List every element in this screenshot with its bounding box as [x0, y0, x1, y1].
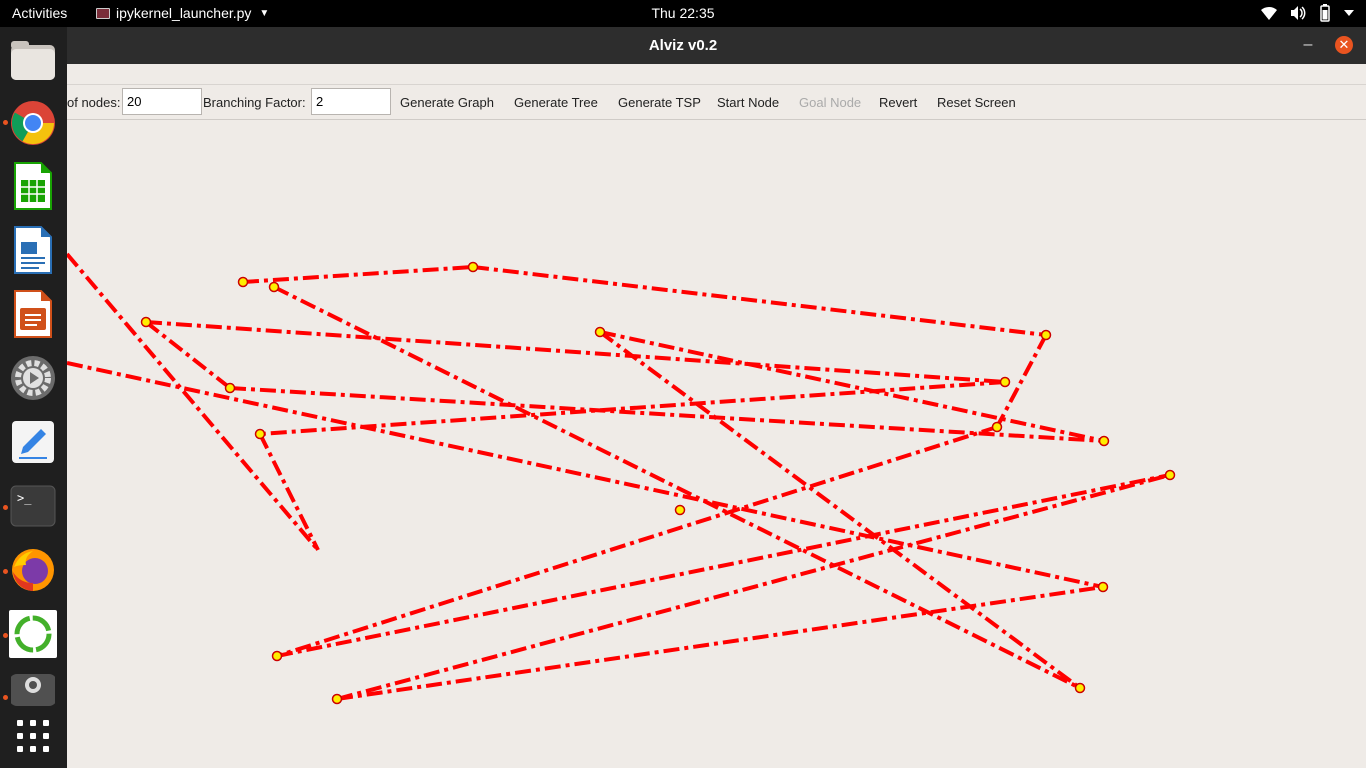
graph-edge	[259, 380, 1006, 436]
chrome-icon[interactable]	[9, 99, 57, 147]
branching-factor-label: Branching Factor:	[203, 95, 306, 110]
graph-edge	[276, 473, 1171, 658]
alviz-window: Alviz v0.2 – ✕ of nodes: Branching Facto…	[67, 27, 1366, 768]
chevron-down-icon: ▼	[259, 7, 270, 19]
graph-edge	[144, 320, 232, 390]
firefox-icon[interactable]	[9, 546, 57, 594]
graph-node[interactable]	[594, 326, 606, 338]
svg-text:>_: >_	[17, 491, 32, 505]
branching-factor-input[interactable]	[311, 88, 391, 115]
graph-node[interactable]	[1097, 581, 1109, 593]
activities-button[interactable]: Activities	[12, 5, 67, 21]
graph-edge	[472, 265, 1047, 337]
window-title: Alviz v0.2	[648, 37, 718, 54]
app-menu-label: ipykernel_launcher.py	[116, 5, 252, 21]
show-applications-icon[interactable]	[9, 712, 57, 760]
close-button[interactable]: ✕	[1335, 36, 1353, 54]
graph-node[interactable]	[271, 650, 283, 662]
libreoffice-impress-icon[interactable]	[9, 290, 57, 338]
text-editor-icon[interactable]	[9, 418, 57, 466]
graph-edge	[145, 320, 1006, 384]
graph-edges	[67, 252, 1171, 701]
graph-edge	[67, 252, 320, 552]
running-indicator	[3, 569, 8, 574]
graph-node[interactable]	[1040, 329, 1052, 341]
running-indicator	[3, 120, 8, 125]
toolbar: of nodes: Branching Factor: Generate Gra…	[67, 85, 1366, 120]
settings-icon[interactable]	[9, 354, 57, 402]
dock: >_	[0, 27, 67, 768]
title-bar[interactable]: Alviz v0.2 – ✕	[67, 27, 1366, 64]
wifi-icon	[1261, 6, 1277, 20]
graph-node[interactable]	[254, 428, 266, 440]
generate-tree-button[interactable]: Generate Tree	[514, 95, 598, 110]
graph-node[interactable]	[140, 316, 152, 328]
graph-edge	[336, 473, 1171, 701]
running-indicator	[3, 695, 8, 700]
generate-tsp-button[interactable]: Generate TSP	[618, 95, 701, 110]
generate-graph-button[interactable]: Generate Graph	[400, 95, 494, 110]
revert-button[interactable]: Revert	[879, 95, 917, 110]
goal-node-button[interactable]: Goal Node	[799, 95, 861, 110]
graph-node[interactable]	[1164, 469, 1176, 481]
graph-edge	[336, 585, 1104, 701]
menu-strip	[67, 64, 1366, 85]
graph-node[interactable]	[331, 693, 343, 705]
minimize-button[interactable]: –	[1298, 35, 1318, 55]
running-indicator	[3, 505, 8, 510]
graph-node[interactable]	[268, 281, 280, 293]
libreoffice-writer-icon[interactable]	[9, 226, 57, 274]
nodes-input[interactable]	[122, 88, 202, 115]
files-icon[interactable]	[9, 37, 57, 85]
app-window-icon	[96, 7, 110, 19]
system-tray[interactable]	[1260, 4, 1354, 22]
reset-screen-button[interactable]: Reset Screen	[937, 95, 1016, 110]
graph-edge	[273, 285, 1081, 690]
graph-edge	[242, 265, 474, 284]
graph-node[interactable]	[674, 504, 686, 516]
graph-node[interactable]	[467, 261, 479, 273]
graph-canvas[interactable]	[67, 119, 1366, 768]
top-bar: Activities ipykernel_launcher.py ▼ Thu 2…	[0, 0, 1366, 27]
app-menu[interactable]: ipykernel_launcher.py ▼	[96, 5, 269, 21]
terminal-icon[interactable]: >_	[9, 482, 57, 530]
nodes-label: of nodes:	[67, 95, 121, 110]
graph-node[interactable]	[224, 382, 236, 394]
graph-node[interactable]	[1098, 435, 1110, 447]
volume-icon	[1291, 6, 1306, 20]
running-indicator	[3, 633, 8, 638]
graph-node[interactable]	[1074, 682, 1086, 694]
graph-edge	[67, 361, 1104, 589]
chevron-down-icon	[1344, 10, 1354, 16]
graph-node[interactable]	[999, 376, 1011, 388]
graph-nodes	[140, 261, 1176, 705]
anaconda-icon[interactable]	[9, 610, 57, 658]
libreoffice-calc-icon[interactable]	[9, 162, 57, 210]
start-node-button[interactable]: Start Node	[717, 95, 779, 110]
graph-node[interactable]	[991, 421, 1003, 433]
screenshot-icon[interactable]	[9, 674, 57, 706]
graph-node[interactable]	[237, 276, 249, 288]
battery-icon	[1320, 4, 1330, 22]
